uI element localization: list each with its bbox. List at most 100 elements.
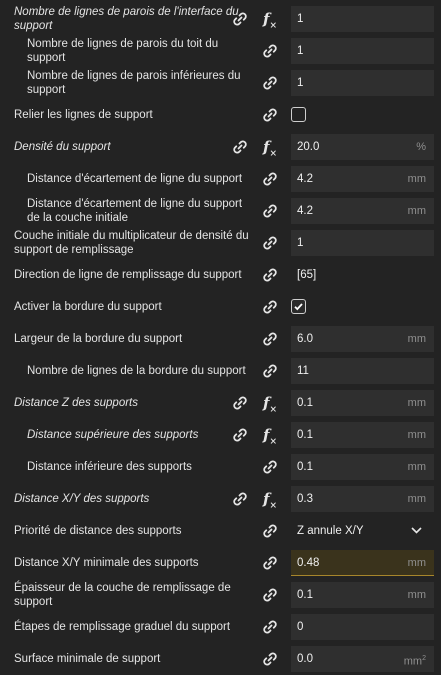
setting-value-field[interactable]: 11	[291, 358, 434, 384]
setting-value-field[interactable]: 0.48 mm	[291, 550, 434, 576]
setting-row-gradual-infill-steps: Étapes de remplissage graduel du support…	[0, 613, 441, 641]
formula-icon[interactable]: f×	[263, 394, 279, 415]
setting-label: Étapes de remplissage graduel du support	[14, 621, 231, 633]
setting-label: Couche initiale du multiplicateur de den…	[14, 230, 249, 256]
setting-label: Distance supérieure des supports	[27, 429, 199, 441]
setting-row-infill-direction: Direction de ligne de remplissage du sup…	[0, 261, 441, 289]
setting-value-field[interactable]: 1	[291, 230, 434, 256]
setting-row-line-distance: Distance d'écartement de ligne du suppor…	[0, 165, 441, 193]
link-icon[interactable]	[261, 266, 279, 284]
setting-row-min-xy-distance: Distance X/Y minimale des supports 0.48 m…	[0, 549, 441, 577]
link-icon[interactable]	[261, 170, 279, 188]
link-icon[interactable]	[231, 426, 249, 444]
setting-label: Nombre de lignes de parois inférieures d…	[27, 70, 241, 96]
setting-value-field[interactable]: 0.1 mm	[291, 582, 434, 608]
setting-label: Épaisseur de la couche de remplissage de…	[14, 582, 231, 608]
distance-priority-select[interactable]: Z annule X/Y	[291, 518, 434, 544]
setting-row-connect-support-lines: Relier les lignes de support	[0, 101, 441, 129]
unit-label: %	[416, 141, 426, 153]
link-icon[interactable]	[231, 490, 249, 508]
link-icon[interactable]	[261, 554, 279, 572]
unit-label: mm	[407, 557, 426, 569]
setting-row-brim-width: Largeur de la bordure du support 6.0 mm	[0, 325, 441, 353]
setting-row-interface-wall-lines: Nombre de lignes de parois de l'interfac…	[0, 5, 441, 33]
unit-label: mm2	[403, 655, 426, 668]
setting-label: Nombre de lignes de parois du toit du sup…	[27, 38, 219, 64]
setting-label: Nombre de lignes de la bordure du suppor…	[27, 365, 246, 377]
link-icon[interactable]	[261, 106, 279, 124]
setting-row-xy-distance: Distance X/Y des supports f× 0.3 mm	[0, 485, 441, 513]
checkmark-icon	[294, 303, 303, 311]
link-icon[interactable]	[261, 458, 279, 476]
formula-icon[interactable]: f×	[263, 426, 279, 447]
setting-value-field[interactable]: 4.2 mm	[291, 198, 434, 224]
setting-label: Distance inférieure des supports	[27, 461, 192, 473]
unit-label: mm	[407, 589, 426, 601]
link-icon[interactable]	[261, 74, 279, 92]
setting-value-field[interactable]: 6.0 mm	[291, 326, 434, 352]
link-icon[interactable]	[261, 618, 279, 636]
unit-label: mm	[407, 333, 426, 345]
setting-label: Largeur de la bordure du support	[14, 333, 183, 345]
setting-label: Distance d'écartement de ligne du suppor…	[27, 173, 243, 185]
setting-row-z-distance: Distance Z des supports f× 0.1 mm	[0, 389, 441, 417]
chevron-down-icon	[411, 527, 422, 534]
link-icon[interactable]	[261, 234, 279, 252]
setting-row-infill-layer-thickness: Épaisseur de la couche de remplissage de…	[0, 581, 441, 609]
setting-row-initial-density-multiplier: Couche initiale du multiplicateur de den…	[0, 229, 441, 257]
setting-label: Direction de ligne de remplissage du sup…	[14, 269, 242, 281]
unit-label: mm	[407, 461, 426, 473]
link-icon[interactable]	[261, 522, 279, 540]
setting-value-field[interactable]: 0.1 mm	[291, 390, 434, 416]
setting-row-bottom-distance: Distance inférieure des supports 0.1 mm	[0, 453, 441, 481]
setting-label: Distance X/Y minimale des supports	[14, 557, 199, 569]
setting-value-text[interactable]: [65]	[297, 262, 316, 288]
setting-value-field[interactable]: 0.3 mm	[291, 486, 434, 512]
setting-label: Distance X/Y des supports	[14, 493, 150, 505]
setting-label: Priorité de distance des supports	[14, 525, 182, 537]
setting-label: Densité du support	[14, 141, 111, 153]
setting-label: Distance d'écartement de ligne du suppor…	[27, 198, 243, 224]
setting-row-roof-wall-lines: Nombre de lignes de parois du toit du sup…	[0, 37, 441, 65]
setting-row-min-support-area: Surface minimale de support 0.0 mm2	[0, 645, 441, 673]
link-icon[interactable]	[261, 650, 279, 668]
setting-value-field[interactable]: 1	[291, 6, 434, 32]
setting-row-distance-priority: Priorité de distance des supports Z annu…	[0, 517, 441, 545]
setting-label: Surface minimale de support	[14, 653, 161, 665]
link-icon[interactable]	[261, 298, 279, 316]
setting-row-top-distance: Distance supérieure des supports f× 0.1 m…	[0, 421, 441, 449]
link-icon[interactable]	[231, 10, 249, 28]
formula-icon[interactable]: f×	[263, 138, 279, 159]
setting-row-support-density: Densité du support f× 20.0%	[0, 133, 441, 161]
link-icon[interactable]	[231, 394, 249, 412]
setting-row-enable-brim: Activer la bordure du support	[0, 293, 441, 321]
link-icon[interactable]	[261, 362, 279, 380]
setting-row-brim-line-count: Nombre de lignes de la bordure du suppor…	[0, 357, 441, 385]
support-settings-panel: Nombre de lignes de parois de l'interfac…	[0, 0, 441, 674]
setting-value-field[interactable]: 0.1 mm	[291, 422, 434, 448]
unit-label: mm	[407, 429, 426, 441]
link-icon[interactable]	[261, 202, 279, 220]
enable-brim-checkbox[interactable]	[291, 299, 306, 314]
link-icon[interactable]	[261, 586, 279, 604]
setting-value-field[interactable]: 4.2 mm	[291, 166, 434, 192]
unit-label: mm	[407, 205, 426, 217]
link-icon[interactable]	[231, 138, 249, 156]
link-icon[interactable]	[261, 42, 279, 60]
setting-row-initial-line-distance: Distance d'écartement de ligne du suppor…	[0, 197, 441, 225]
unit-label: mm	[407, 397, 426, 409]
setting-value-field[interactable]: 1	[291, 70, 434, 96]
setting-label: Nombre de lignes de parois de l'interfac…	[14, 6, 239, 32]
link-icon[interactable]	[261, 330, 279, 348]
formula-icon[interactable]: f×	[263, 490, 279, 511]
formula-icon[interactable]: f×	[263, 10, 279, 31]
setting-value-field[interactable]: 20.0%	[291, 134, 434, 160]
setting-label: Distance Z des supports	[14, 397, 139, 409]
unit-label: mm	[407, 493, 426, 505]
unit-label: mm	[407, 173, 426, 185]
setting-value-field[interactable]: 0.0 mm2	[291, 646, 434, 672]
connect-lines-checkbox[interactable]	[291, 107, 306, 122]
setting-value-field[interactable]: 1	[291, 38, 434, 64]
setting-value-field[interactable]: 0.1 mm	[291, 454, 434, 480]
setting-value-field[interactable]: 0	[291, 614, 434, 640]
